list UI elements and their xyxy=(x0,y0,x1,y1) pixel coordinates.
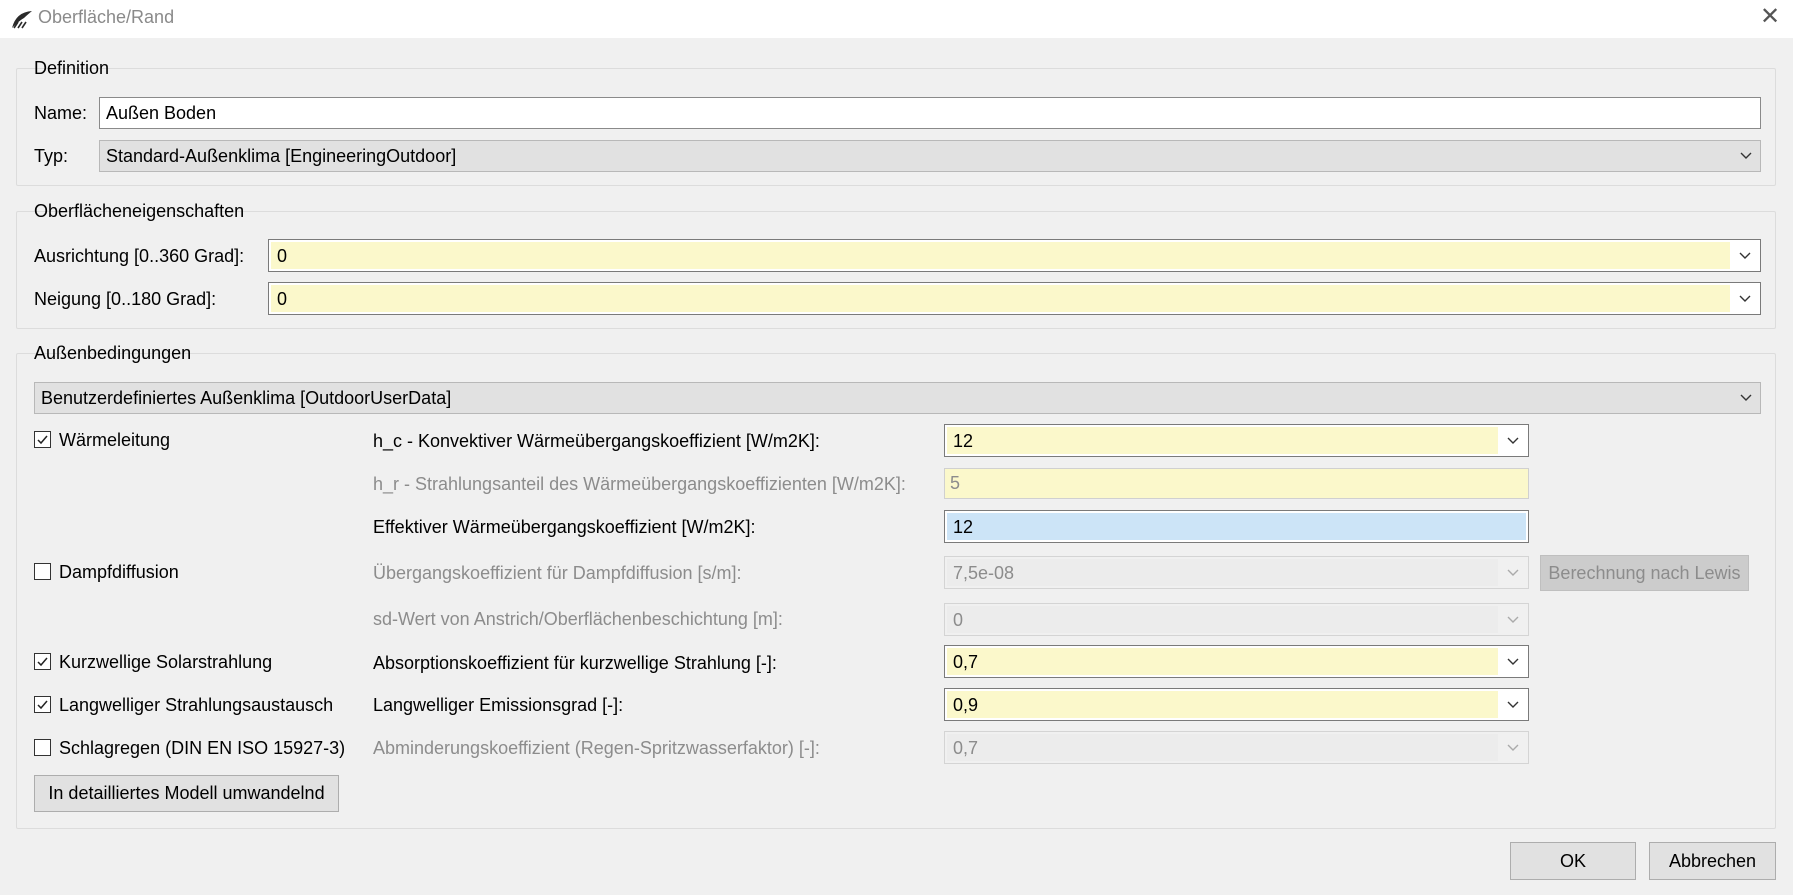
outdoor-group-title: Außenbedingungen xyxy=(34,343,192,363)
orientation-label: Ausrichtung [0..360 Grad]: xyxy=(34,246,245,266)
sd-value-label: sd-Wert von Anstrich/Oberflächenbeschich… xyxy=(373,609,783,629)
sd-value-combo[interactable]: 0 xyxy=(944,603,1529,636)
hc-combo[interactable]: 12 xyxy=(944,424,1529,457)
effective-coef-label: Effektiver Wärmeübergangskoeffizient [W/… xyxy=(373,517,756,537)
hr-field: 5 xyxy=(944,468,1529,499)
hc-label: h_c - Konvektiver Wärmeübergangskoeffizi… xyxy=(373,431,820,451)
effective-coef-value: 12 xyxy=(953,517,974,537)
longwave-exchange-checkbox[interactable] xyxy=(34,696,51,713)
chevron-down-icon[interactable] xyxy=(1730,283,1760,314)
heat-conduction-checkbox[interactable] xyxy=(34,431,51,448)
type-label: Typ: xyxy=(34,146,69,166)
convert-detailed-model-button[interactable]: In detailliertes Modell umwandelnd xyxy=(34,775,339,812)
type-select[interactable]: Standard-Außenklima [EngineeringOutdoor] xyxy=(99,140,1761,172)
app-icon xyxy=(12,11,32,29)
checkmark-icon xyxy=(37,657,48,667)
chevron-down-icon xyxy=(1732,141,1760,171)
climate-select[interactable]: Benutzerdefiniertes Außenklima [OutdoorU… xyxy=(34,382,1761,414)
cancel-button[interactable]: Abbrechen xyxy=(1649,842,1776,880)
climate-select-value: Benutzerdefiniertes Außenklima [OutdoorU… xyxy=(41,388,452,408)
inclination-combo[interactable]: 0 xyxy=(268,282,1761,315)
sd-value-value: 0 xyxy=(953,610,964,630)
emissivity-combo[interactable]: 0,9 xyxy=(944,688,1529,721)
lewis-calc-button[interactable]: Berechnung nach Lewis xyxy=(1540,555,1749,591)
chevron-down-icon xyxy=(1732,383,1760,413)
chevron-down-icon[interactable] xyxy=(1498,732,1528,763)
close-icon[interactable]: ✕ xyxy=(1757,4,1783,30)
solar-radiation-checkbox[interactable] xyxy=(34,653,51,670)
hc-value: 12 xyxy=(953,431,974,451)
window-title: Oberfläche/Rand xyxy=(38,7,175,27)
vapor-coef-value: 7,5e-08 xyxy=(953,563,1015,583)
vapor-coef-combo[interactable]: 7,5e-08 xyxy=(944,556,1529,589)
type-select-value: Standard-Außenklima [EngineeringOutdoor] xyxy=(106,146,457,166)
checkmark-icon xyxy=(37,700,48,710)
inclination-value: 0 xyxy=(277,289,288,309)
reduction-coef-combo[interactable]: 0,7 xyxy=(944,731,1529,764)
driving-rain-checkbox[interactable] xyxy=(34,739,51,756)
reduction-coef-label: Abminderungskoeffizient (Regen-Spritzwas… xyxy=(373,738,820,758)
reduction-coef-value: 0,7 xyxy=(953,738,979,758)
absorption-combo[interactable]: 0,7 xyxy=(944,645,1529,678)
definition-group-title: Definition xyxy=(34,58,110,78)
chevron-down-icon[interactable] xyxy=(1730,240,1760,271)
vapor-coef-label: Übergangskoeffizient für Dampfdiffusion … xyxy=(373,563,742,583)
ok-button[interactable]: OK xyxy=(1510,842,1636,880)
name-input[interactable]: Außen Boden xyxy=(99,97,1761,129)
vapor-diffusion-checkbox[interactable] xyxy=(34,563,51,580)
solar-radiation-label[interactable]: Kurzwellige Solarstrahlung xyxy=(59,650,272,674)
emissivity-value: 0,9 xyxy=(953,695,979,715)
inclination-label: Neigung [0..180 Grad]: xyxy=(34,289,217,309)
absorption-value: 0,7 xyxy=(953,652,979,672)
title-bar: Oberfläche/Rand ✕ xyxy=(0,0,1793,38)
effective-coef-field[interactable]: 12 xyxy=(944,510,1529,543)
chevron-down-icon[interactable] xyxy=(1498,646,1528,677)
name-label: Name: xyxy=(34,103,88,123)
surface-group-title: Oberflächeneigenschaften xyxy=(34,201,245,221)
orientation-combo[interactable]: 0 xyxy=(268,239,1761,272)
chevron-down-icon[interactable] xyxy=(1498,425,1528,456)
checkmark-icon xyxy=(37,435,48,445)
hr-label: h_r - Strahlungsanteil des Wärmeübergang… xyxy=(373,474,906,494)
chevron-down-icon[interactable] xyxy=(1498,604,1528,635)
chevron-down-icon[interactable] xyxy=(1498,689,1528,720)
absorption-label: Absorptionskoeffizient für kurzwellige S… xyxy=(373,653,777,673)
emissivity-label: Langwelliger Emissionsgrad [-]: xyxy=(373,695,624,715)
heat-conduction-label[interactable]: Wärmeleitung xyxy=(59,428,170,452)
longwave-exchange-label[interactable]: Langwelliger Strahlungsaustausch xyxy=(59,693,333,717)
orientation-value: 0 xyxy=(277,246,288,266)
driving-rain-label[interactable]: Schlagregen (DIN EN ISO 15927-3) xyxy=(59,736,345,760)
vapor-diffusion-label[interactable]: Dampfdiffusion xyxy=(59,560,179,584)
chevron-down-icon[interactable] xyxy=(1498,557,1528,588)
